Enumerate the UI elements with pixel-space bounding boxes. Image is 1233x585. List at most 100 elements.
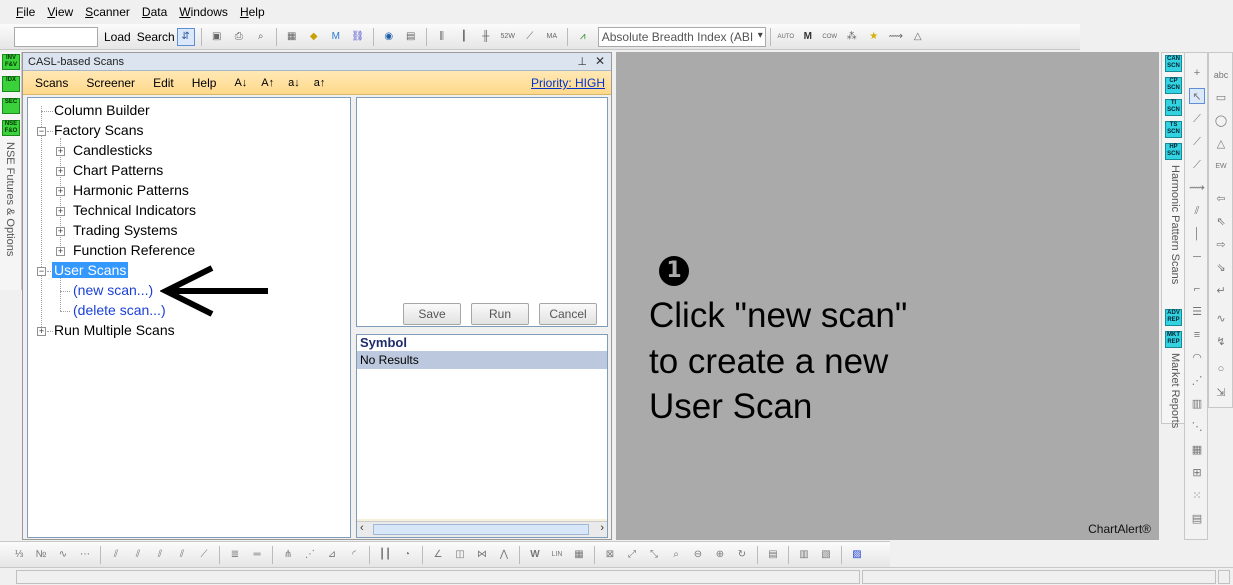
level-icon[interactable]: ═ bbox=[248, 547, 266, 563]
scan-editor[interactable] bbox=[356, 97, 608, 327]
bars-icon[interactable]: ⫼ bbox=[433, 28, 451, 46]
collapse-icon[interactable]: − bbox=[37, 127, 46, 136]
mkt-rep-button[interactable]: MKT REP bbox=[1165, 331, 1182, 348]
run-button[interactable]: Run bbox=[471, 303, 529, 325]
menu-file[interactable]: File bbox=[16, 5, 35, 19]
sort-upper-desc-button[interactable]: A↓ bbox=[234, 77, 247, 89]
harmonic-pattern-scans-label[interactable]: Harmonic Pattern Scans bbox=[1169, 165, 1181, 284]
scroll-left-icon[interactable]: ‹ bbox=[360, 522, 364, 534]
window-icon[interactable]: ▤ bbox=[402, 28, 420, 46]
chart-area[interactable]: 1 Click "new scan" to create a new User … bbox=[616, 52, 1159, 540]
tree-factory-scans[interactable]: Factory Scans bbox=[54, 122, 143, 138]
tree-technical-indicators[interactable]: Technical Indicators bbox=[73, 202, 196, 218]
pitchfork-icon[interactable]: ⋔ bbox=[279, 547, 297, 563]
grid-toggle-icon[interactable]: ▦ bbox=[570, 547, 588, 563]
ratio-icon[interactable]: ⋯ bbox=[76, 547, 94, 563]
database-icon[interactable]: ▦ bbox=[283, 28, 301, 46]
ew-swing-icon[interactable]: EW bbox=[1213, 159, 1229, 175]
wave-icon[interactable]: ∿ bbox=[1213, 311, 1229, 327]
close-icon[interactable]: ✕ bbox=[595, 54, 605, 68]
grid-icon[interactable]: ▦ bbox=[1189, 442, 1205, 458]
arrow-right-icon[interactable]: ⇨ bbox=[1213, 237, 1229, 253]
arrow-left-icon[interactable]: ⇦ bbox=[1213, 191, 1229, 207]
menu-help[interactable]: Help bbox=[240, 5, 265, 19]
ma-icon[interactable]: MA bbox=[543, 28, 561, 46]
symbol-input[interactable] bbox=[14, 26, 98, 47]
triangle-tool-icon[interactable]: △ bbox=[1213, 136, 1229, 152]
refresh-icon[interactable]: ↻ bbox=[733, 547, 751, 563]
crosshair-icon[interactable]: + bbox=[1189, 65, 1205, 81]
volume-icon[interactable]: ┃ bbox=[455, 28, 473, 46]
notes-icon[interactable]: ▤ bbox=[764, 547, 782, 563]
idx-button[interactable]: IDX bbox=[2, 76, 20, 92]
lin-icon[interactable]: LIN bbox=[548, 547, 566, 563]
ts-scn-button[interactable]: TS SCN bbox=[1165, 121, 1182, 138]
can-scn-button[interactable]: CAN SCN bbox=[1165, 55, 1182, 72]
chart-m-icon[interactable]: M bbox=[327, 28, 345, 46]
nse-fo-button[interactable]: NSE F&O bbox=[2, 120, 20, 136]
channel-icon[interactable]: ⫽ bbox=[1189, 203, 1205, 219]
arc-icon[interactable]: ◠ bbox=[1189, 350, 1205, 366]
xabcd-icon[interactable]: ⋈ bbox=[473, 547, 491, 563]
lines-icon[interactable]: ≡ bbox=[1189, 327, 1205, 343]
arrow-up-left-icon[interactable]: ⇖ bbox=[1213, 214, 1229, 230]
expand-icon[interactable]: + bbox=[56, 207, 65, 216]
load-button[interactable]: Load bbox=[104, 30, 131, 44]
fan-icon[interactable]: ⋰ bbox=[1189, 373, 1205, 389]
gann-icon[interactable]: ⊿ bbox=[323, 547, 341, 563]
globe-icon[interactable]: ◉ bbox=[380, 28, 398, 46]
cp-scn-button[interactable]: CP SCN bbox=[1165, 77, 1182, 94]
width-icon[interactable]: W bbox=[526, 547, 544, 563]
fib-retrace-icon[interactable]: ⫽ bbox=[107, 547, 125, 563]
fib-fan-icon[interactable]: ⋱ bbox=[1189, 419, 1205, 435]
on-toggle-icon[interactable]: ○ bbox=[1213, 361, 1229, 377]
52w-hilo-icon[interactable]: 52W bbox=[499, 28, 517, 46]
line-icon[interactable]: ⟋ bbox=[1189, 111, 1205, 127]
scrollbar-thumb[interactable] bbox=[373, 524, 589, 535]
scroll-right-icon[interactable]: › bbox=[600, 522, 604, 534]
horizontal-scrollbar[interactable]: ‹ › bbox=[357, 521, 607, 537]
zoom-icon[interactable]: ⌕ bbox=[667, 547, 685, 563]
pivot-icon[interactable]: M bbox=[799, 28, 817, 46]
sec-button[interactable]: SEC bbox=[2, 98, 20, 114]
expand-icon[interactable]: + bbox=[56, 227, 65, 236]
dots-grid-icon[interactable]: ⁙ bbox=[1189, 488, 1205, 504]
menu-screener[interactable]: Screener bbox=[86, 76, 135, 90]
list-icon[interactable]: ☰ bbox=[1189, 304, 1205, 320]
tree-function-reference[interactable]: Function Reference bbox=[73, 242, 195, 258]
tree-delete-scan[interactable]: (delete scan...) bbox=[73, 302, 166, 318]
zoom-in-icon[interactable]: ⊕ bbox=[711, 547, 729, 563]
tree-run-multiple-scans[interactable]: Run Multiple Scans bbox=[54, 322, 175, 338]
sort-upper-asc-button[interactable]: A↑ bbox=[261, 77, 274, 89]
priority-link[interactable]: Priority: HIGH bbox=[531, 76, 605, 90]
cow-tam-icon[interactable]: COW bbox=[821, 28, 839, 46]
rectangle-icon[interactable]: ▭ bbox=[1213, 90, 1229, 106]
bracket-icon[interactable]: ⌐ bbox=[1189, 281, 1205, 297]
menu-windows[interactable]: Windows bbox=[179, 5, 228, 19]
expand-icon[interactable]: + bbox=[56, 167, 65, 176]
align-icon[interactable]: ≣ bbox=[226, 547, 244, 563]
collapse-icon[interactable]: − bbox=[37, 267, 46, 276]
arrow-return-icon[interactable]: ↵ bbox=[1213, 283, 1229, 299]
tree-harmonic-patterns[interactable]: Harmonic Patterns bbox=[73, 182, 189, 198]
pattern-icon[interactable]: ⟿ bbox=[887, 28, 905, 46]
arrow-down-right-icon[interactable]: ⇘ bbox=[1213, 260, 1229, 276]
speed-lines-icon[interactable]: ⋰ bbox=[301, 547, 319, 563]
pointer-icon[interactable]: ↖ bbox=[1189, 88, 1205, 104]
nse-futures-options-label[interactable]: NSE Futures & Options bbox=[4, 142, 16, 256]
tree-new-scan[interactable]: (new scan...) bbox=[73, 282, 153, 298]
sl-ray-icon[interactable]: ⟋ bbox=[1189, 157, 1205, 173]
column-header-symbol[interactable]: Symbol bbox=[357, 335, 607, 351]
inv-fv-button[interactable]: INV F&V bbox=[2, 54, 20, 70]
expand-icon[interactable]: + bbox=[56, 147, 65, 156]
table-grid-icon[interactable]: ⊞ bbox=[1189, 465, 1205, 481]
abc-pattern-icon[interactable]: ⋀ bbox=[495, 547, 513, 563]
print-preview-icon[interactable]: ⌕ bbox=[252, 28, 270, 46]
measure-icon[interactable]: ◫ bbox=[451, 547, 469, 563]
sort-lower-asc-button[interactable]: a↑ bbox=[314, 77, 326, 89]
zoom-out-icon[interactable]: ⊖ bbox=[689, 547, 707, 563]
clock-icon[interactable]: ◔ bbox=[398, 547, 416, 563]
ellipse-icon[interactable]: ◯ bbox=[1213, 113, 1229, 129]
table-row[interactable]: No Results bbox=[357, 351, 607, 369]
resize-grip-icon[interactable] bbox=[1218, 570, 1230, 584]
